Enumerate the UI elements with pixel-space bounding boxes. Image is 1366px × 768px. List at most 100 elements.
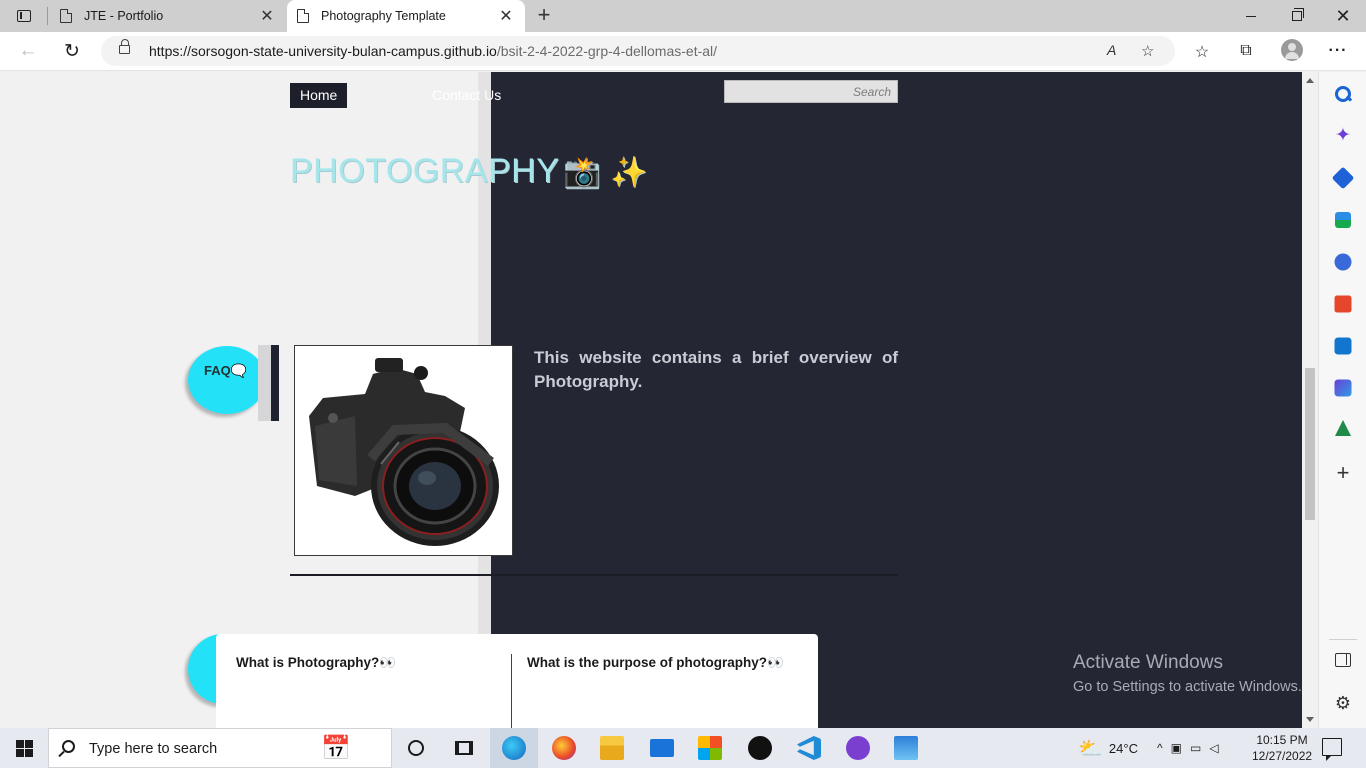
watermark-line-1: Activate Windows [1073,652,1223,673]
outlook-icon[interactable] [1334,337,1352,355]
collections-icon[interactable]: ⧉ [1235,42,1257,60]
lock-icon[interactable] [119,39,130,54]
vscode-icon [797,736,821,760]
chevron-up-icon[interactable]: ^ [1157,741,1171,755]
office-icon[interactable] [1334,295,1352,313]
taskbar-mail[interactable] [638,728,686,768]
photos-icon [894,736,918,760]
address-bar[interactable]: https://sorsogon-state-university-bulan-… [101,36,1175,66]
split-screen-icon[interactable] [1335,653,1351,667]
store-icon [698,736,722,760]
tab-jte-portfolio[interactable]: JTE - Portfolio ✕ [50,0,286,32]
page-title: PHOTOGRAPHY 📸 ✨ [290,152,648,191]
scroll-up-arrow[interactable] [1306,78,1314,83]
faq-question-1[interactable]: What is Photography?👀 [236,655,396,671]
start-button[interactable] [0,728,48,768]
taskbar-photos[interactable] [882,728,930,768]
activate-windows-watermark: Activate Windows Go to Settings to activ… [1073,652,1302,695]
page-icon [60,8,73,23]
settings-icon[interactable]: ⚙ [1333,693,1353,713]
minimize-button[interactable] [1228,0,1274,32]
github-desktop-icon [846,736,870,760]
edge-sidebar: ✦ + ⚙ [1318,72,1366,728]
profile-avatar[interactable] [1281,39,1303,61]
camera-image [294,345,513,556]
tab-actions-icon [17,10,31,22]
windows-taskbar: Type here to search 📅 ⛅ 24°C ^ ▣ ▭ ◁ 10:15 … [0,728,1366,768]
close-tab-icon[interactable]: ✕ [258,6,276,26]
nav-about[interactable]: About [356,83,413,108]
intro-text: This website contains a brief overview o… [534,348,898,391]
page-title-text: PHOTOGRAPHY [290,152,560,190]
weather-icon: ⛅ [1078,737,1103,760]
search-icon [62,740,75,753]
url-path: /bsit-2-4-2022-grp-4-dellomas-et-al/ [496,43,718,59]
restore-button[interactable] [1274,0,1320,32]
network-icon[interactable]: ▣ [1171,741,1190,755]
taskbar-store[interactable] [686,728,734,768]
system-tray-icons[interactable]: ^ ▣ ▭ ◁ [1157,728,1227,768]
page-icon [297,8,310,23]
taskbar-search-placeholder: Type here to search [89,741,218,757]
taskbar-file-explorer[interactable] [588,728,636,768]
new-tab-button[interactable]: + [531,4,557,28]
camera-illustration [309,358,499,546]
add-icon[interactable]: + [1333,462,1353,484]
sidebar-divider [1329,639,1357,640]
tab-separator [47,7,48,25]
scroll-down-arrow[interactable] [1306,717,1314,722]
taskbar-github[interactable] [736,728,784,768]
close-tab-icon[interactable]: ✕ [497,6,515,26]
games-icon[interactable] [1334,253,1352,271]
minimize-icon [1246,15,1256,17]
search-icon[interactable] [1333,84,1353,104]
camera-sparkles-emoji: 📸 ✨ [563,156,648,189]
nav-contact-us[interactable]: Contact Us [422,83,511,108]
read-aloud-icon[interactable]: A [1107,42,1116,58]
more-menu-icon[interactable]: ··· [1327,42,1349,60]
scroll-thumb[interactable] [1305,368,1315,520]
tab-actions-button[interactable] [8,4,40,28]
notifications-icon[interactable] [1322,738,1342,761]
nav-home[interactable]: Home [290,83,348,108]
github-icon [748,736,772,760]
faq-card: What is Photography?👀 What is the purpos… [216,634,818,728]
edge-icon [502,736,526,760]
tools-icon[interactable] [1335,212,1351,228]
site-nav: Home About Contact Us [290,83,520,108]
cortana-button[interactable] [392,728,440,768]
clock-date: 12/27/2022 [1252,749,1313,763]
faq-bubble[interactable]: FAQ🗨️ [188,346,276,414]
reload-button[interactable]: ↻ [57,37,87,65]
page-viewport: Home About Contact Us PHOTOGRAPHY📸 ✨ FAQ… [0,72,1302,728]
task-view-icon [455,741,473,755]
favorites-icon[interactable]: ☆ [1191,42,1213,62]
taskbar-github-desktop[interactable] [834,728,882,768]
calendar-icon: 📅 [321,735,351,762]
task-view-button[interactable] [440,728,488,768]
battery-icon[interactable]: ▭ [1190,741,1209,755]
weather-widget[interactable]: ⛅ 24°C [1078,728,1138,768]
tree-icon[interactable] [1335,420,1351,436]
windows-logo-icon [16,749,24,757]
taskbar-search[interactable]: Type here to search 📅 [48,728,392,768]
add-favorite-icon[interactable]: ☆ [1141,42,1154,60]
close-window-button[interactable]: ✕ [1320,0,1366,32]
url-text[interactable]: https://sorsogon-state-university-bulan-… [149,43,717,59]
tab-photography-template[interactable]: Photography Template ✕ [287,0,525,32]
volume-icon[interactable]: ◁ [1209,741,1226,755]
restore-icon [1292,8,1304,21]
back-button[interactable]: ← [13,37,43,65]
search-input[interactable] [725,81,897,102]
designer-icon[interactable] [1334,379,1352,397]
taskbar-clock[interactable]: 10:15 PM 12/27/2022 [1252,732,1312,764]
shopping-icon[interactable] [1331,166,1355,190]
page-scrollbar[interactable] [1302,72,1318,728]
taskbar-edge[interactable] [490,728,538,768]
taskbar-firefox[interactable] [540,728,588,768]
url-host: https://sorsogon-state-university-bulan-… [149,43,497,59]
windows-logo-icon [16,740,24,748]
taskbar-vscode[interactable] [785,728,833,768]
discover-icon[interactable]: ✦ [1333,126,1353,146]
faq-question-2[interactable]: What is the purpose of photography?👀 [527,655,784,671]
